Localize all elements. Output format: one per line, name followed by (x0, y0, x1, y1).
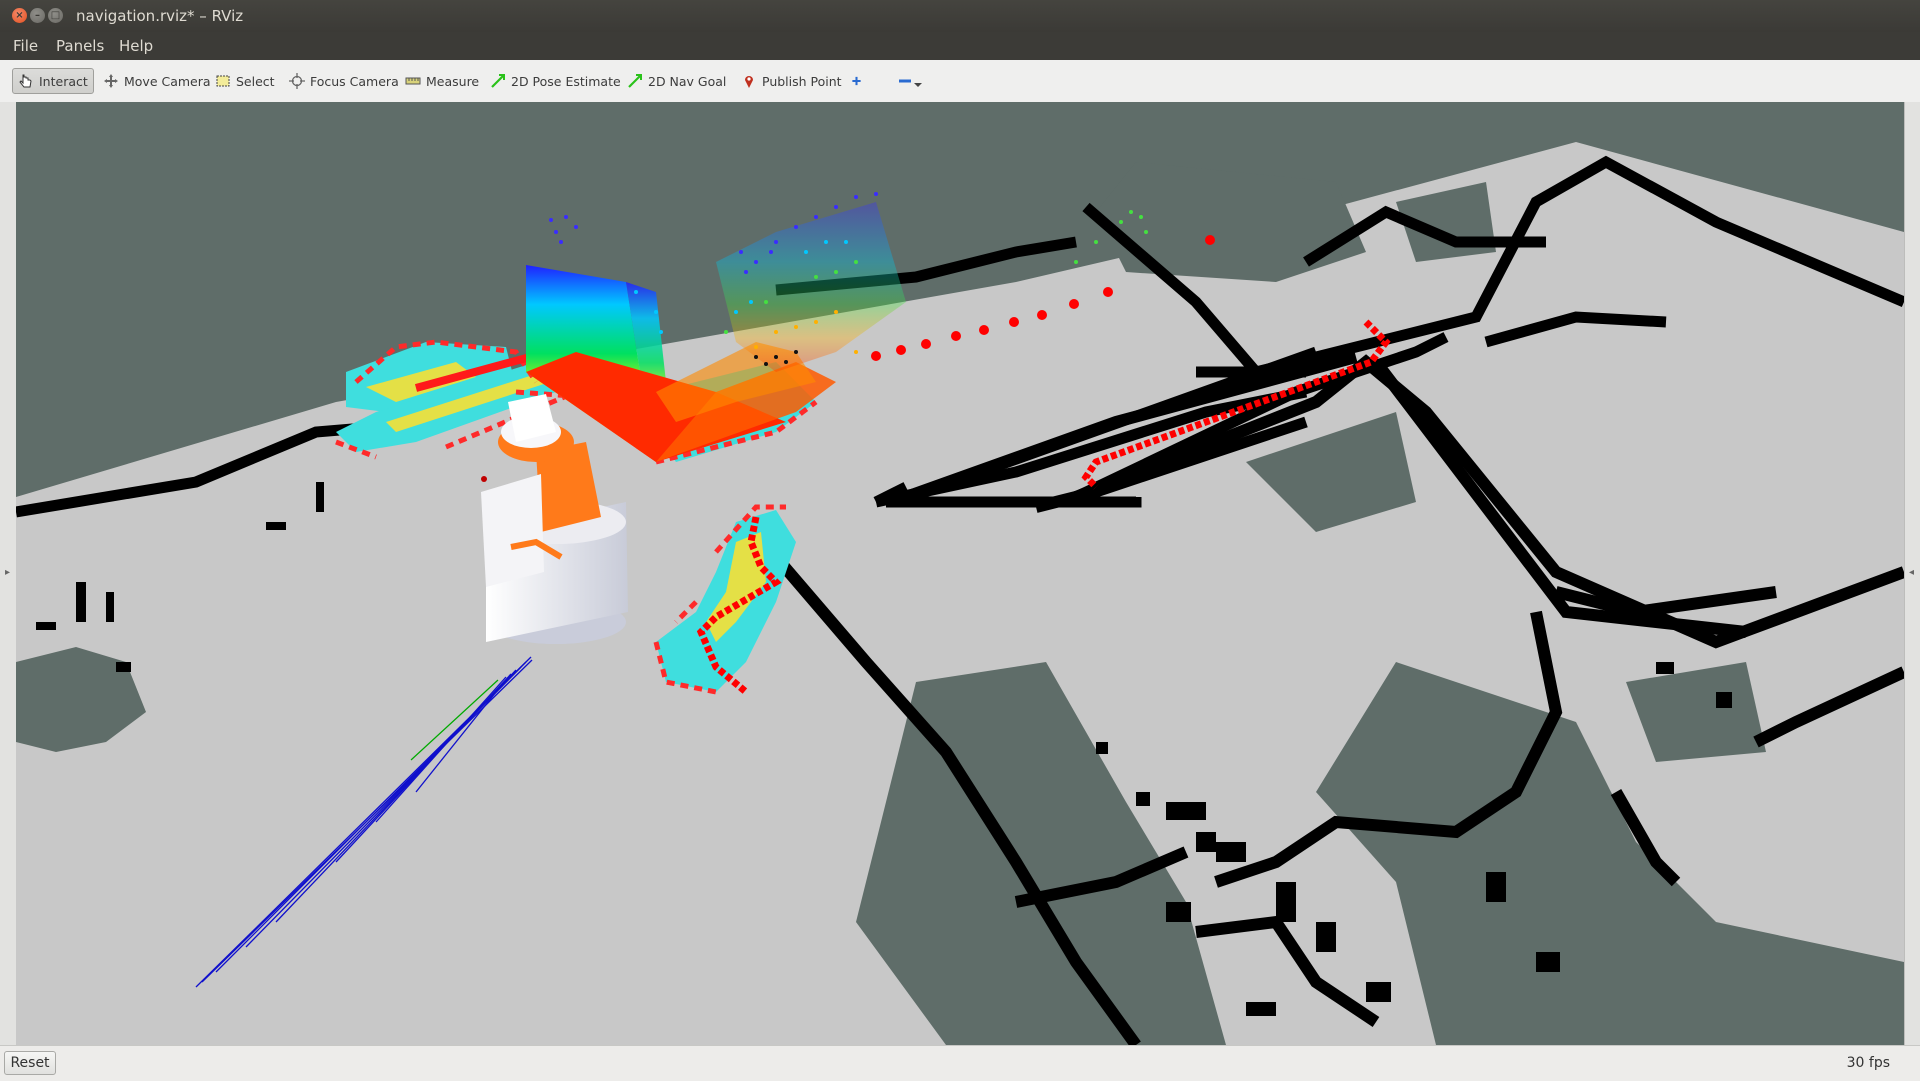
plus-icon (852, 76, 861, 86)
2d-pose-estimate-tool-button[interactable]: 2D Pose Estimate (485, 68, 626, 94)
selection-box-icon (216, 75, 230, 87)
maximize-window-button[interactable]: □ (48, 8, 63, 23)
publish-point-tool-button[interactable]: Publish Point (736, 68, 847, 94)
reset-button[interactable]: Reset (4, 1051, 56, 1075)
tool-toolbar: Interact Move Camera Select Focus Camera… (0, 60, 1920, 103)
focus-camera-tool-button[interactable]: Focus Camera (284, 68, 404, 94)
minimize-window-button[interactable]: – (30, 8, 45, 23)
ruler-icon (405, 77, 421, 85)
left-panel-collapse-bar[interactable]: ▸ (0, 102, 17, 1045)
remove-tool-button[interactable] (892, 68, 928, 94)
add-tool-button[interactable] (846, 68, 872, 94)
2d-pose-estimate-tool-label: 2D Pose Estimate (511, 73, 621, 89)
status-bar: Reset 30 fps (0, 1045, 1920, 1081)
scene-render (16, 142, 1904, 1045)
expand-left-icon: ▸ (5, 567, 11, 578)
hand-pointer-icon (19, 74, 32, 88)
expand-right-icon: ◂ (1909, 567, 1915, 578)
publish-point-tool-label: Publish Point (762, 73, 842, 89)
chevron-down-icon (914, 83, 922, 87)
close-window-button[interactable]: × (12, 8, 27, 23)
select-tool-label: Select (236, 73, 275, 89)
interact-tool-label: Interact (39, 73, 88, 89)
select-tool-button[interactable]: Select (210, 68, 280, 94)
menu-bar: File Panels Help (0, 32, 1920, 60)
interact-tool-button[interactable]: Interact (12, 68, 94, 94)
crosshair-icon (289, 73, 305, 89)
focus-camera-tool-label: Focus Camera (310, 73, 399, 89)
fps-readout: 30 fps (1846, 1055, 1890, 1071)
measure-tool-button[interactable]: Measure (400, 68, 484, 94)
2d-nav-goal-tool-label: 2D Nav Goal (648, 73, 727, 89)
window-title: navigation.rviz* – RViz (76, 7, 244, 25)
minus-icon (899, 79, 911, 83)
menu-file[interactable]: File (13, 37, 38, 55)
map-pin-icon (745, 76, 753, 88)
menu-help[interactable]: Help (119, 37, 153, 55)
move-arrows-icon (104, 74, 118, 88)
2d-nav-goal-tool-button[interactable]: 2D Nav Goal (622, 68, 731, 94)
measure-tool-label: Measure (426, 73, 480, 89)
title-bar: × – □ navigation.rviz* – RViz (0, 0, 1920, 32)
menu-panels[interactable]: Panels (56, 37, 104, 55)
right-panel-collapse-bar[interactable]: ◂ (1904, 102, 1920, 1045)
move-camera-tool-label: Move Camera (124, 73, 211, 89)
green-arrow-icon (491, 74, 505, 88)
move-camera-tool-button[interactable]: Move Camera (98, 68, 216, 94)
green-arrow-icon (628, 74, 642, 88)
3d-render-viewport[interactable] (16, 102, 1904, 1045)
